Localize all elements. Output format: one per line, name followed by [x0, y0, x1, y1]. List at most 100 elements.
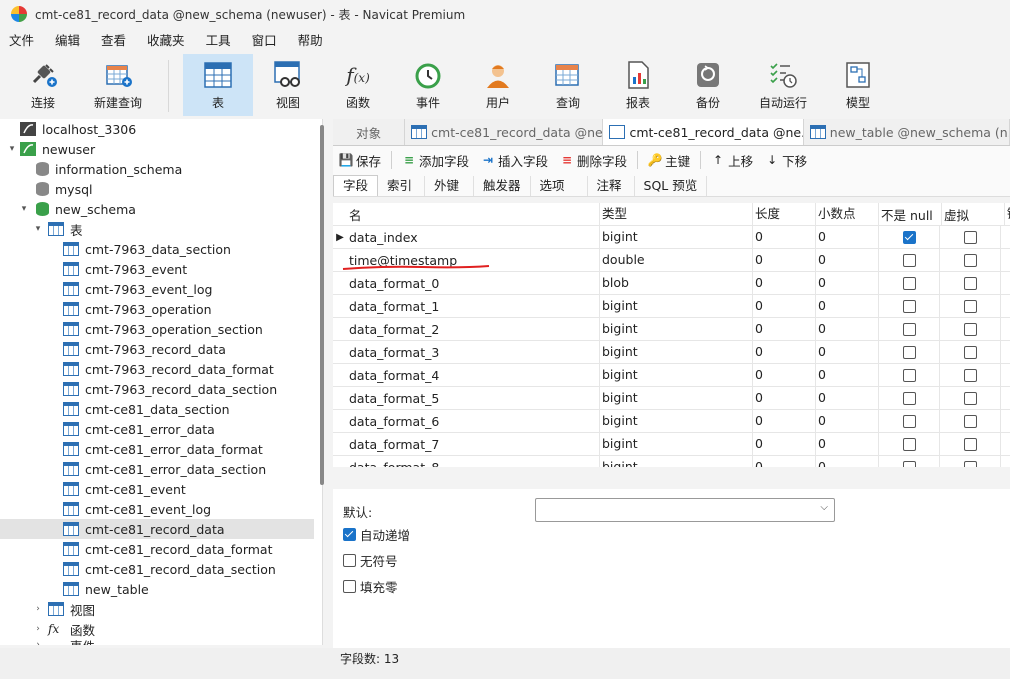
delete-field-button[interactable]: ≡ 删除字段: [554, 151, 633, 170]
virtual-checkbox[interactable]: [963, 460, 977, 467]
field-type-cell[interactable]: bigint: [599, 433, 752, 455]
field-length-cell[interactable]: 0: [752, 318, 815, 340]
navigation-tree[interactable]: localhost_3306 ▾ newuser information_sch…: [0, 119, 323, 645]
col-header-type[interactable]: 类型: [599, 203, 752, 225]
move-down-button[interactable]: ↓ 下移: [759, 151, 813, 170]
new-query-button[interactable]: 新建查询: [78, 54, 158, 116]
field-name-cell[interactable]: data_format_3: [347, 345, 599, 360]
col-header-name[interactable]: 名: [347, 205, 599, 224]
virtual-checkbox[interactable]: [963, 437, 977, 451]
menu-view[interactable]: 查看: [92, 30, 138, 52]
fields-grid[interactable]: 名 类型 长度 小数点 不是 null 虚拟 键 ▶data_indexbigi…: [333, 203, 1010, 467]
tree-table-item-selected[interactable]: cmt-ce81_record_data: [0, 519, 314, 539]
field-length-cell[interactable]: 0: [752, 410, 815, 432]
not-null-checkbox[interactable]: [902, 253, 916, 267]
tree-table-item[interactable]: cmt-ce81_record_data_format: [0, 539, 322, 559]
field-decimals-cell[interactable]: 0: [815, 318, 878, 340]
function-button[interactable]: f(x) 函数: [323, 54, 393, 116]
field-length-cell[interactable]: 0: [752, 387, 815, 409]
report-button[interactable]: 报表: [603, 54, 673, 116]
key-cell[interactable]: [1000, 433, 1010, 455]
chevron-right-icon[interactable]: ›: [32, 640, 44, 645]
tree-table-item[interactable]: cmt-7963_data_section: [0, 239, 322, 259]
field-name-cell[interactable]: data_format_7: [347, 437, 599, 452]
menu-window[interactable]: 窗口: [243, 30, 289, 52]
field-type-cell[interactable]: bigint: [599, 456, 752, 467]
field-name-cell[interactable]: data_format_8: [347, 460, 599, 468]
tree-folder-functions[interactable]: › fx 函数: [0, 619, 322, 639]
field-name-cell[interactable]: data_format_0: [347, 276, 599, 291]
tree-db-new-schema[interactable]: ▾ new_schema: [0, 199, 322, 219]
tree-connection-localhost[interactable]: localhost_3306: [0, 119, 322, 139]
field-type-cell[interactable]: bigint: [599, 341, 752, 363]
field-type-cell[interactable]: bigint: [599, 295, 752, 317]
col-header-virtual[interactable]: 虚拟: [941, 203, 1004, 225]
field-row[interactable]: data_format_2 bigint 0 0: [333, 318, 1010, 341]
field-decimals-cell[interactable]: 0: [815, 387, 878, 409]
tree-connection-newuser[interactable]: ▾ newuser: [0, 139, 322, 159]
tree-table-item[interactable]: cmt-ce81_data_section: [0, 399, 322, 419]
tree-table-item[interactable]: new_table: [0, 579, 322, 599]
key-cell[interactable]: [1000, 272, 1010, 294]
field-decimals-cell[interactable]: 0: [815, 364, 878, 386]
tree-table-item[interactable]: cmt-7963_event: [0, 259, 322, 279]
tree-table-item[interactable]: cmt-ce81_event_log: [0, 499, 322, 519]
tab-record-data-1[interactable]: cmt-ce81_record_data @ne...: [405, 119, 604, 145]
field-type-cell[interactable]: bigint: [599, 364, 752, 386]
not-null-checkbox[interactable]: [902, 437, 916, 451]
field-decimals-cell[interactable]: 0: [815, 272, 878, 294]
field-decimals-cell[interactable]: 0: [815, 226, 878, 248]
field-length-cell[interactable]: 0: [752, 341, 815, 363]
virtual-checkbox[interactable]: [963, 368, 977, 382]
menu-tools[interactable]: 工具: [197, 30, 243, 52]
field-name-cell[interactable]: data_format_6: [347, 414, 599, 429]
subtab-comments[interactable]: 注释: [588, 176, 635, 196]
field-length-cell[interactable]: 0: [752, 456, 815, 467]
key-cell[interactable]: [1000, 249, 1010, 271]
field-row[interactable]: data_format_3 bigint 0 0: [333, 341, 1010, 364]
schedule-button[interactable]: 自动运行: [743, 54, 823, 116]
field-row[interactable]: data_format_5 bigint 0 0: [333, 387, 1010, 410]
add-field-button[interactable]: ≡ 添加字段: [396, 151, 475, 170]
key-cell[interactable]: [1000, 410, 1010, 432]
field-type-cell[interactable]: bigint: [599, 226, 752, 248]
field-name-cell[interactable]: data_index: [347, 230, 599, 245]
not-null-checkbox[interactable]: [902, 276, 916, 290]
zerofill-checkbox[interactable]: [343, 580, 356, 593]
field-length-cell[interactable]: 0: [752, 272, 815, 294]
field-name-cell[interactable]: data_format_5: [347, 391, 599, 406]
tree-table-item[interactable]: cmt-ce81_record_data_section: [0, 559, 322, 579]
field-decimals-cell[interactable]: 0: [815, 341, 878, 363]
tab-record-data-2[interactable]: cmt-ce81_record_data @ne...: [603, 119, 804, 145]
auto-increment-checkbox[interactable]: [343, 528, 356, 541]
default-value-select[interactable]: ⌵: [535, 498, 835, 522]
col-header-not-null[interactable]: 不是 null: [878, 203, 941, 225]
key-cell[interactable]: [1000, 387, 1010, 409]
connect-button[interactable]: 连接: [8, 54, 78, 116]
tree-table-item[interactable]: cmt-7963_operation: [0, 299, 322, 319]
subtab-sql-preview[interactable]: SQL 预览: [635, 176, 708, 196]
field-decimals-cell[interactable]: 0: [815, 295, 878, 317]
chevron-right-icon[interactable]: ›: [32, 624, 44, 634]
key-cell[interactable]: [1000, 318, 1010, 340]
unsigned-checkbox[interactable]: [343, 554, 356, 567]
menu-file[interactable]: 文件: [0, 30, 46, 52]
virtual-checkbox[interactable]: [963, 414, 977, 428]
field-name-cell[interactable]: data_format_1: [347, 299, 599, 314]
virtual-checkbox[interactable]: [963, 322, 977, 336]
field-row[interactable]: data_format_1 bigint 0 0: [333, 295, 1010, 318]
subtab-foreign-keys[interactable]: 外键: [425, 176, 475, 196]
field-length-cell[interactable]: 0: [752, 249, 815, 271]
field-decimals-cell[interactable]: 0: [815, 410, 878, 432]
field-row[interactable]: data_format_7 bigint 0 0: [333, 433, 1010, 456]
field-decimals-cell[interactable]: 0: [815, 433, 878, 455]
chevron-down-icon[interactable]: ▾: [18, 204, 30, 214]
sidebar-scrollbar[interactable]: [320, 125, 324, 485]
key-cell[interactable]: [1000, 226, 1010, 248]
field-name-cell[interactable]: data_format_4: [347, 368, 599, 383]
tree-table-item[interactable]: cmt-7963_record_data: [0, 339, 322, 359]
tree-table-item[interactable]: cmt-7963_operation_section: [0, 319, 322, 339]
zerofill-option[interactable]: 填充零: [343, 577, 398, 596]
key-cell[interactable]: [1000, 295, 1010, 317]
auto-increment-option[interactable]: 自动递增: [343, 525, 410, 544]
